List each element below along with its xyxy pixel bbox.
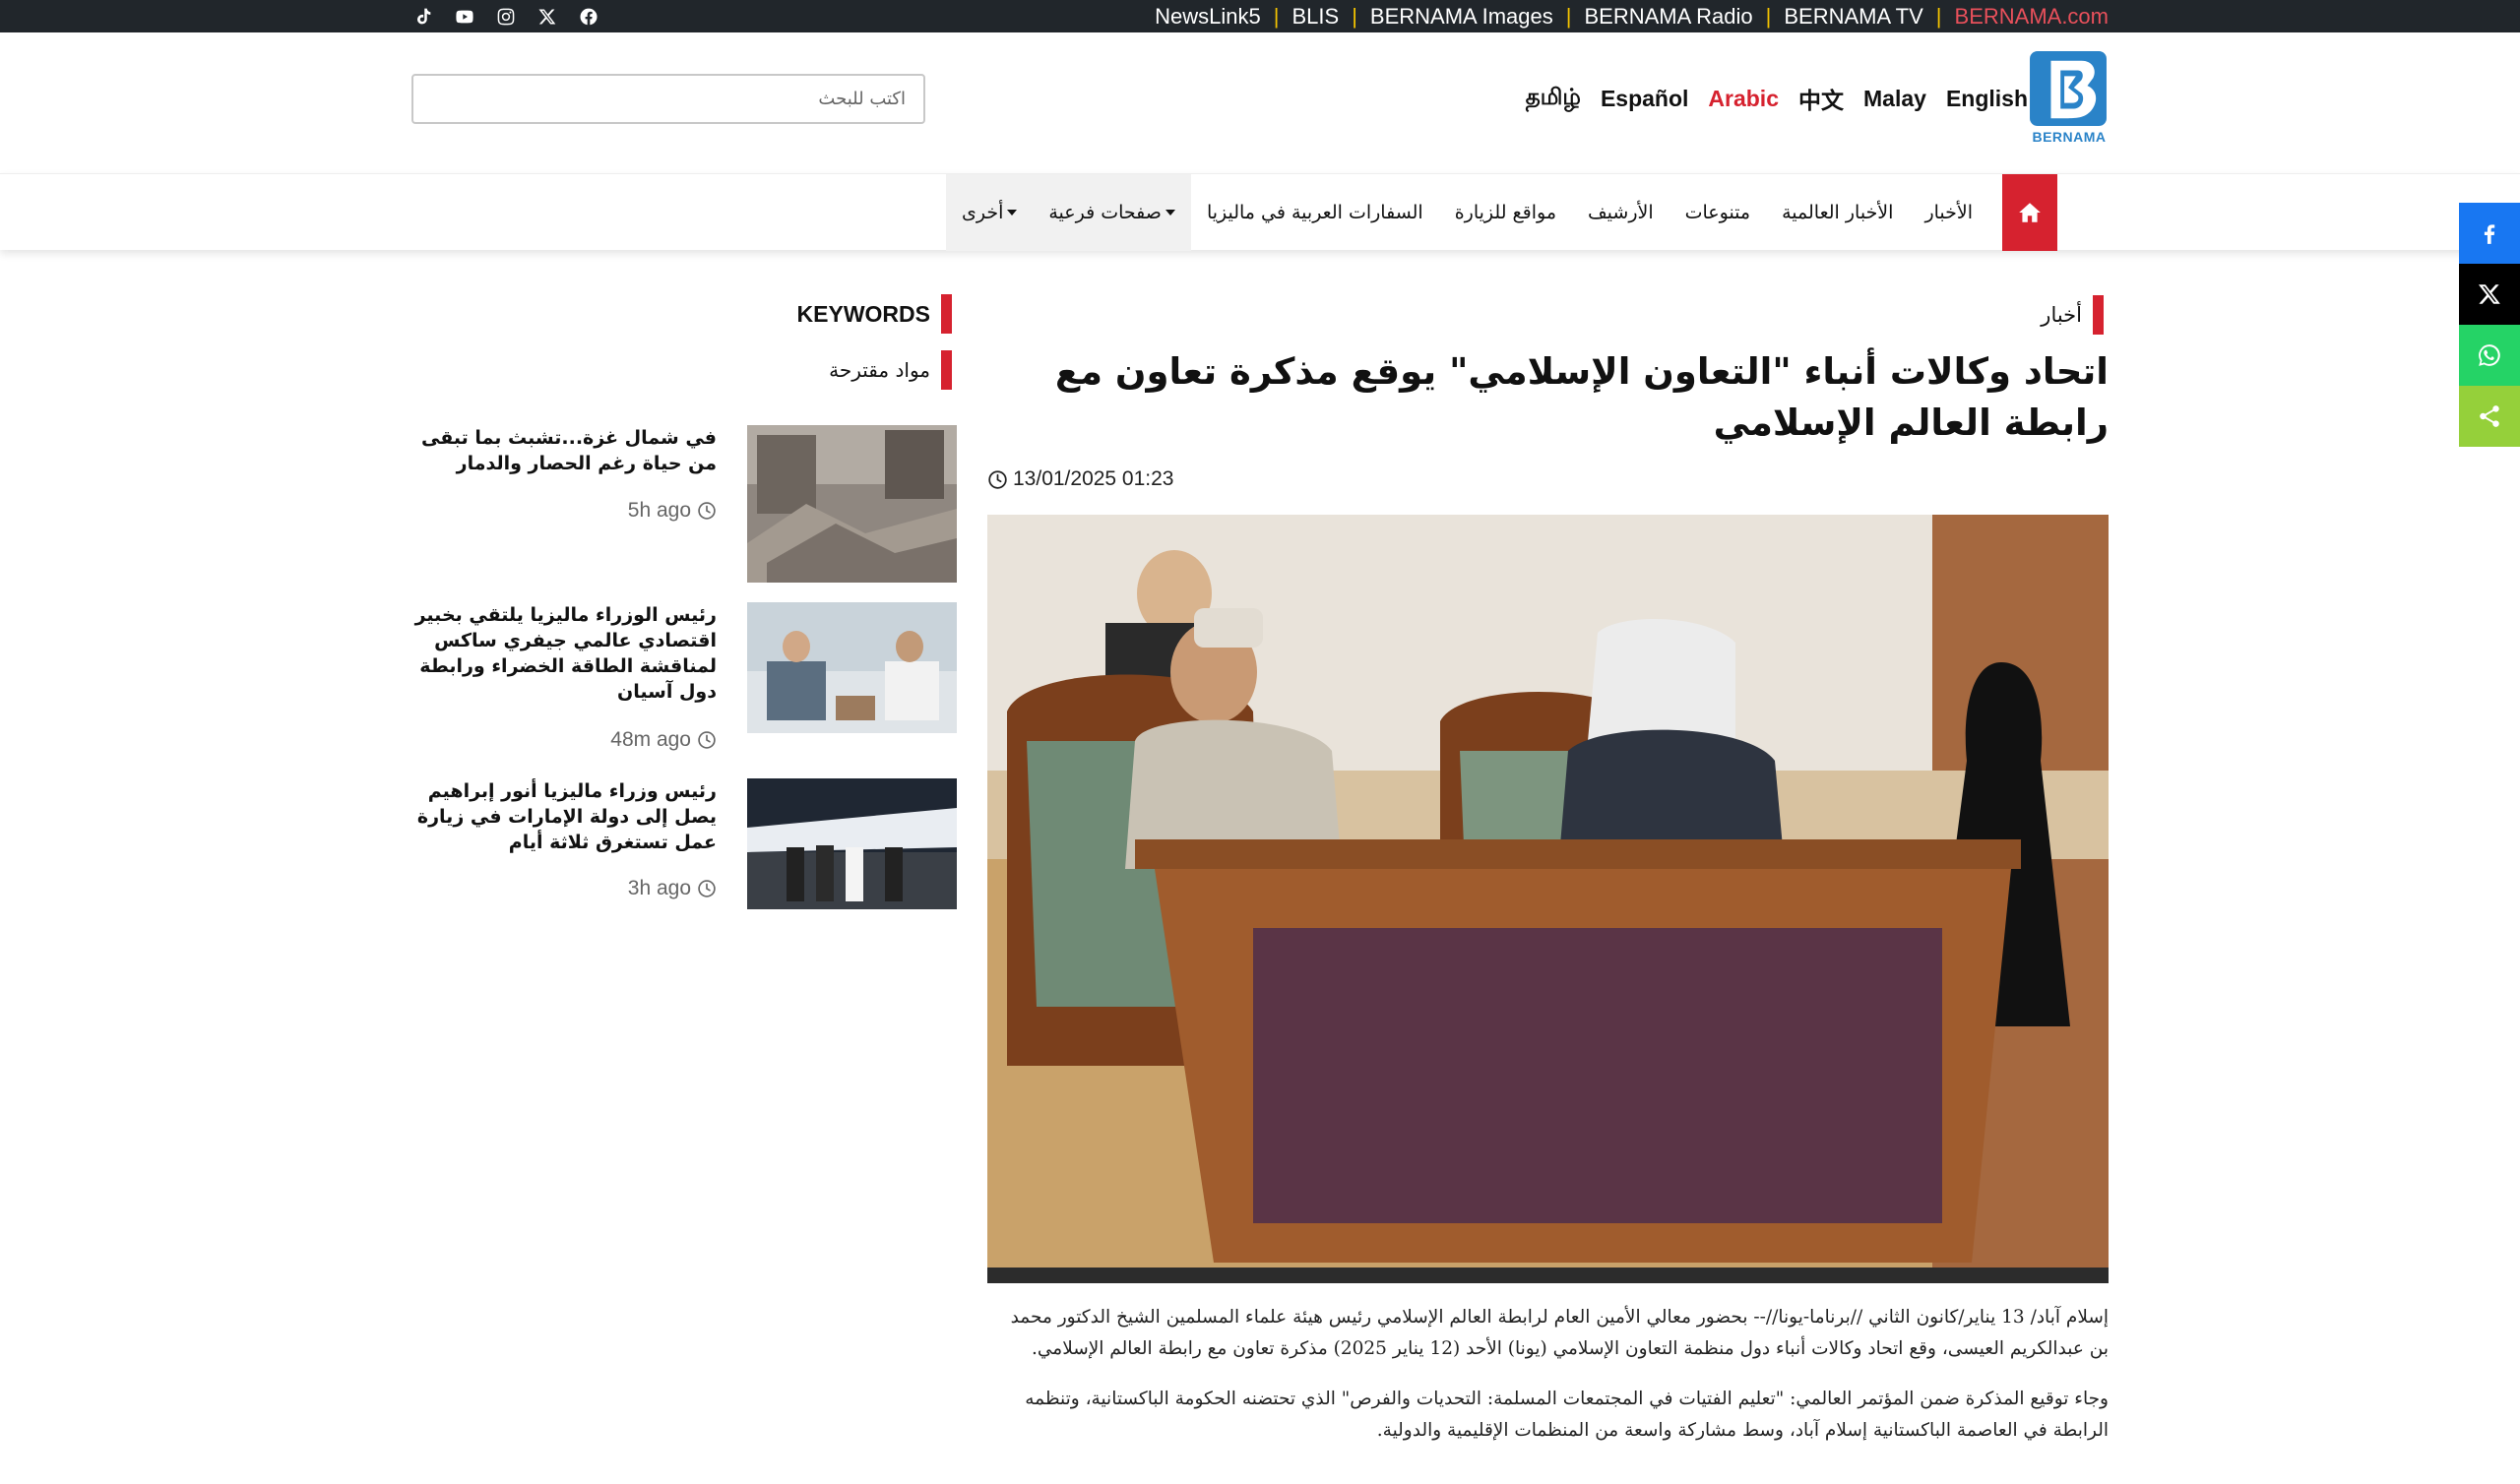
search-input[interactable] xyxy=(413,76,923,122)
tiktok-icon[interactable] xyxy=(413,7,433,27)
nav-item-arab-embassies[interactable]: السفارات العربية في ماليزيا xyxy=(1191,174,1439,251)
caret-down-icon xyxy=(1007,210,1018,216)
caret-down-icon xyxy=(1165,210,1175,216)
search-box xyxy=(411,74,925,124)
article-paragraph: إسلام آباد/ 13 يناير/كانون الثاني //برنا… xyxy=(1010,1307,2109,1359)
nav-item-misc[interactable]: متنوعات xyxy=(1670,174,1766,251)
nav-item-more[interactable]: أخرى xyxy=(945,174,1034,251)
link-newslink5[interactable]: NewsLink5 xyxy=(1155,4,1261,30)
nav-item-more-label: أخرى xyxy=(961,202,1004,223)
airport-arrival-image xyxy=(747,778,957,909)
suggested-article-title[interactable]: في شمال غزة...تشبث بما تبقى من حياة رغم … xyxy=(411,425,717,476)
partner-links: NewsLink5 | BLIS | BERNAMA Images | BERN… xyxy=(1155,0,2109,32)
lang-spanish[interactable]: Español xyxy=(1601,86,1688,112)
article-title: اتحاد وكالات أنباء "التعاون الإسلامي" يو… xyxy=(1054,350,2109,444)
article-date: 13/01/2025 01:23 xyxy=(987,464,1174,494)
nav-item-archive[interactable]: الأرشيف xyxy=(1572,174,1670,251)
clock-icon xyxy=(698,880,716,897)
gaza-ruins-image xyxy=(747,425,957,583)
share-x-button[interactable] xyxy=(2459,264,2520,325)
clock-icon xyxy=(988,469,1007,489)
keywords-label: KEYWORDS xyxy=(796,300,930,327)
link-bernama-com[interactable]: BERNAMA.com xyxy=(1955,4,2109,30)
suggested-article-time: 48m ago xyxy=(610,727,717,753)
lang-chinese[interactable]: 中文 xyxy=(1798,82,1844,115)
section-accent-bar xyxy=(941,294,952,334)
social-links xyxy=(413,0,598,32)
suggested-article-card[interactable]: رئيس الوزراء ماليزيا يلتقي بخبير اقتصادي… xyxy=(411,602,957,770)
share-whatsapp-button[interactable] xyxy=(2459,325,2520,386)
article-paragraph: وجاء توقيع المذكرة ضمن المؤتمر العالمي: … xyxy=(1025,1389,2109,1441)
section-accent-bar xyxy=(2093,295,2104,335)
link-blis[interactable]: BLIS xyxy=(1292,4,1339,30)
lang-malay[interactable]: Malay xyxy=(1863,86,1926,112)
nav-item-subpages[interactable]: صفحات فرعية xyxy=(1033,174,1191,251)
language-selector: தமிழ் Español Arabic 中文 Malay English xyxy=(1526,81,2028,116)
section-name[interactable]: أخبار xyxy=(2041,303,2082,327)
article-photo[interactable] xyxy=(987,515,2109,1283)
whatsapp-icon xyxy=(2479,344,2500,366)
separator: | xyxy=(1765,3,1772,29)
suggested-article-title[interactable]: رئيس الوزراء ماليزيا يلتقي بخبير اقتصادي… xyxy=(411,602,717,705)
main-nav-bar: الأخبار الأخبار العالمية متنوعات الأرشيف… xyxy=(0,173,2520,251)
home-button[interactable] xyxy=(2002,174,2057,251)
nav-item-places-to-visit[interactable]: مواقع للزيارة xyxy=(1439,174,1572,251)
top-bar: NewsLink5 | BLIS | BERNAMA Images | BERN… xyxy=(0,0,2520,32)
clock-icon xyxy=(698,731,716,749)
facebook-icon xyxy=(2484,224,2495,244)
lang-tamil[interactable]: தமிழ் xyxy=(1526,84,1581,113)
logo-text: BERNAMA xyxy=(2032,129,2107,145)
facebook-icon[interactable] xyxy=(579,7,598,27)
suggested-article-thumbnail[interactable] xyxy=(747,778,957,909)
home-icon xyxy=(2019,203,2041,222)
suggested-article-title[interactable]: رئيس وزراء ماليزيا أنور إبراهيم يصل إلى … xyxy=(411,778,717,855)
bernama-logo[interactable]: BERNAMA xyxy=(2030,51,2109,146)
section-accent-bar xyxy=(941,350,952,390)
main-nav: الأخبار الأخبار العالمية متنوعات الأرشيف… xyxy=(945,174,2057,251)
share-more-button[interactable] xyxy=(2459,386,2520,447)
time-ago-text: 48m ago xyxy=(610,728,691,751)
clock-icon xyxy=(698,502,716,520)
suggested-article-thumbnail[interactable] xyxy=(747,425,957,583)
suggested-article-time: 5h ago xyxy=(628,498,717,524)
suggested-article-thumbnail[interactable] xyxy=(747,602,957,733)
nav-item-world-news[interactable]: الأخبار العالمية xyxy=(1766,174,1909,251)
suggested-article-card[interactable]: في شمال غزة...تشبث بما تبقى من حياة رغم … xyxy=(411,425,957,592)
signing-ceremony-photo xyxy=(987,515,2109,1283)
suggested-article-time: 3h ago xyxy=(628,876,717,901)
section-label: أخبار xyxy=(2041,295,2104,335)
share-icon xyxy=(2480,405,2499,427)
lang-english[interactable]: English xyxy=(1946,86,2028,112)
instagram-icon[interactable] xyxy=(496,7,516,27)
lang-arabic[interactable]: Arabic xyxy=(1708,86,1779,112)
youtube-icon[interactable] xyxy=(455,7,474,27)
suggested-article-card[interactable]: رئيس وزراء ماليزيا أنور إبراهيم يصل إلى … xyxy=(411,778,957,946)
time-ago-text: 3h ago xyxy=(627,877,691,899)
x-icon[interactable] xyxy=(537,7,557,27)
meeting-image xyxy=(747,602,957,733)
x-icon xyxy=(2478,284,2500,304)
separator: | xyxy=(1565,3,1572,29)
separator: | xyxy=(1352,3,1357,29)
suggested-heading: مواد مقترحة xyxy=(829,350,952,390)
link-bernama-images[interactable]: BERNAMA Images xyxy=(1370,4,1553,30)
time-ago-text: 5h ago xyxy=(627,499,691,522)
nav-item-subpages-label: صفحات فرعية xyxy=(1048,202,1162,223)
link-bernama-tv[interactable]: BERNAMA TV xyxy=(1784,4,1922,30)
logo-mark xyxy=(2030,51,2107,126)
nav-item-news[interactable]: الأخبار xyxy=(1909,174,1988,251)
separator: | xyxy=(1935,3,1942,29)
share-facebook-button[interactable] xyxy=(2459,203,2520,264)
article-date-text: 13/01/2025 01:23 xyxy=(1013,467,1174,490)
separator: | xyxy=(1273,3,1280,29)
link-bernama-radio[interactable]: BERNAMA Radio xyxy=(1584,4,1752,30)
share-bar xyxy=(2459,203,2520,447)
keywords-heading: KEYWORDS xyxy=(797,294,952,334)
suggested-label: مواد مقترحة xyxy=(829,358,930,382)
